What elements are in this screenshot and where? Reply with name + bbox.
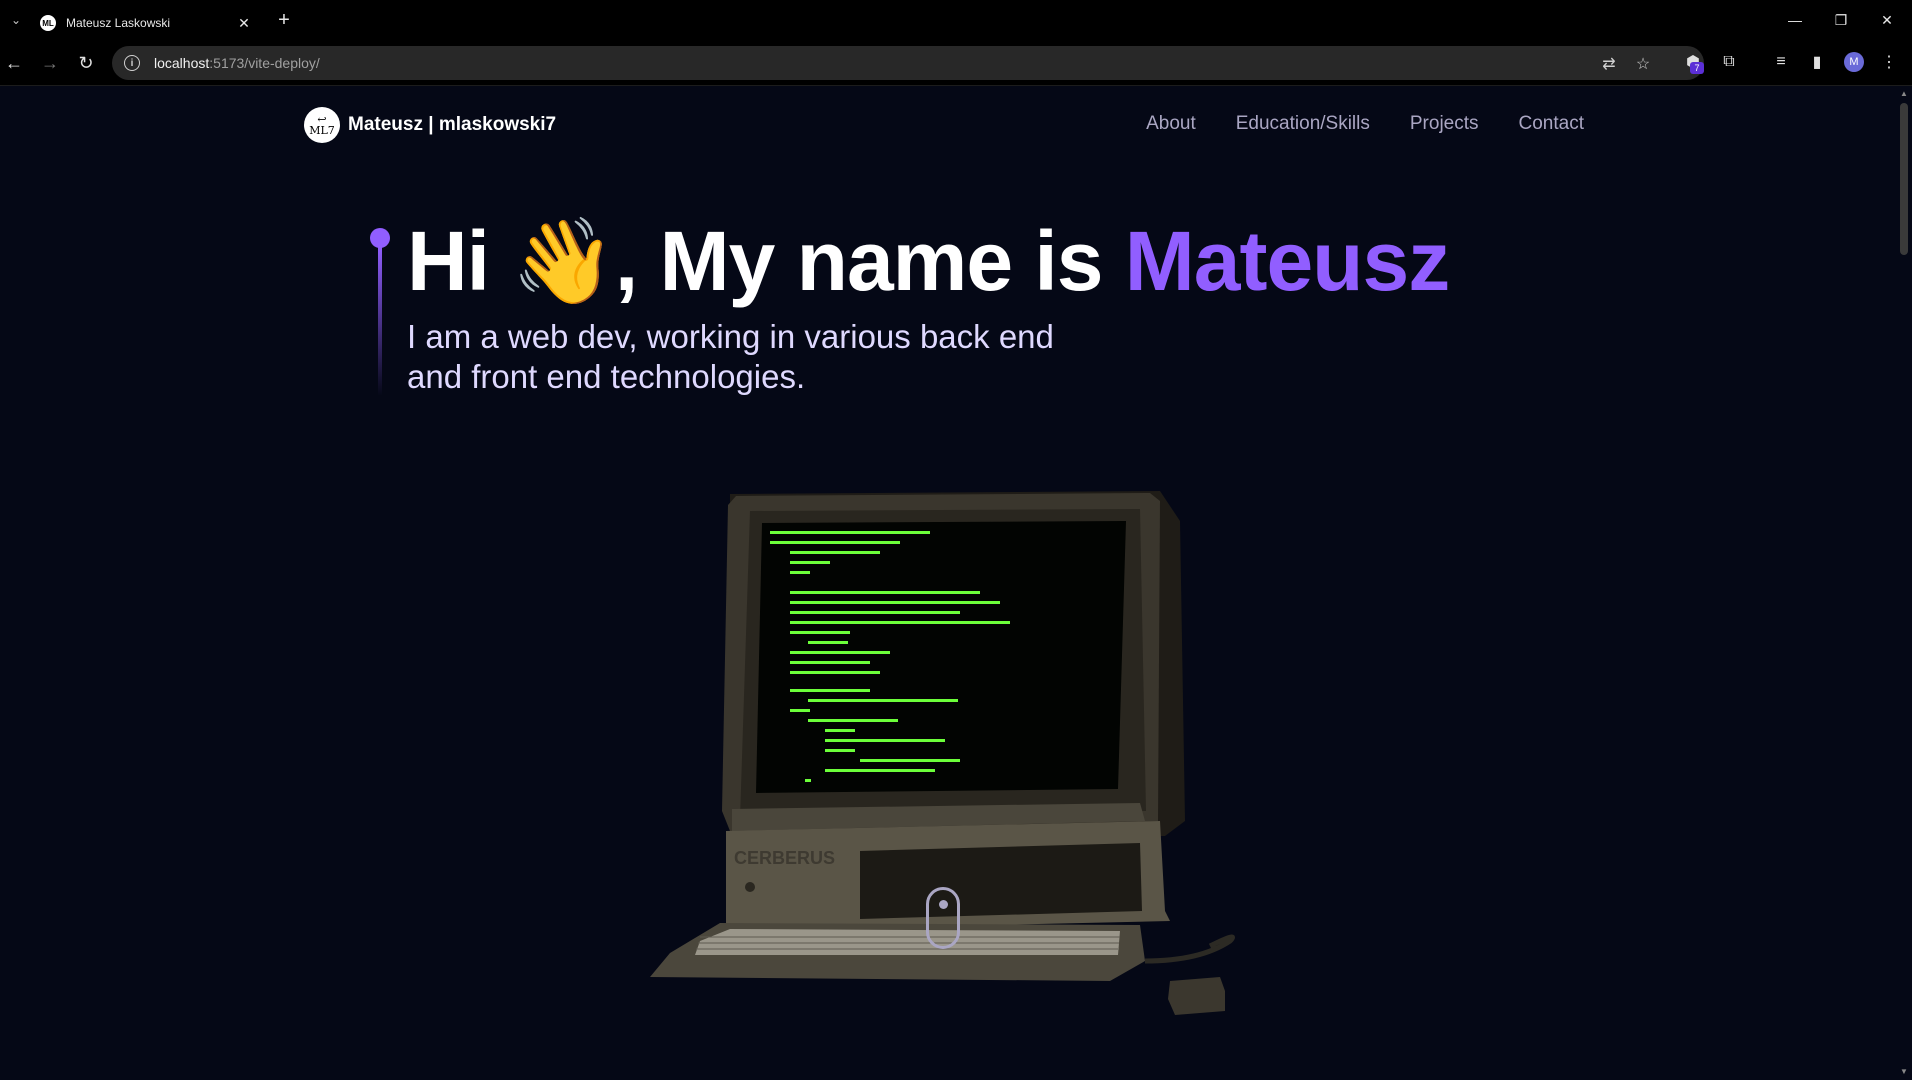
drive-bay — [860, 843, 1142, 919]
retro-computer-model[interactable]: CERBERUS — [640, 491, 1290, 1031]
minimize-icon[interactable]: — — [1772, 6, 1818, 34]
logo-badge-text: ML7 — [309, 124, 335, 137]
hero-accent-dot — [370, 228, 390, 248]
keyboard-keys — [695, 929, 1120, 955]
browser-toolbar: ← → ↻ i localhost:5173/vite-deploy/ ⇄ ☆ — [0, 40, 1912, 86]
logo-badge-icon: ↩ ML7 — [304, 107, 340, 143]
tab-search-chevron-icon[interactable]: ⌄ — [4, 8, 28, 32]
profile-avatar[interactable]: M — [1844, 52, 1864, 72]
hero-accent-line — [370, 228, 390, 398]
more-menu-icon[interactable]: ⋮ — [1876, 49, 1902, 75]
page-viewport: ↩ ML7 Mateusz | mlaskowski7 About Educat… — [0, 87, 1896, 1080]
side-panel-icon[interactable]: ▮ — [1804, 49, 1830, 75]
site-info-icon[interactable]: i — [124, 55, 140, 71]
site-navbar: ↩ ML7 Mateusz | mlaskowski7 About Educat… — [304, 105, 1584, 149]
hero-title-name: Mateusz — [1124, 214, 1450, 308]
scroll-down-indicator[interactable] — [926, 887, 960, 949]
page-scrollbar[interactable]: ▲ ▼ — [1896, 87, 1912, 1080]
window-close-icon[interactable]: ✕ — [1864, 6, 1910, 34]
site-logo[interactable]: ↩ ML7 Mateusz | mlaskowski7 — [304, 107, 556, 143]
browser-tab-bar: ⌄ ML Mateusz Laskowski ✕ + — ❐ ✕ — [0, 0, 1912, 40]
address-bar[interactable]: i localhost:5173/vite-deploy/ ⇄ ☆ — [112, 46, 1704, 80]
restore-icon[interactable]: ❐ — [1818, 6, 1864, 34]
extensions-puzzle-icon[interactable]: ⧉ — [1716, 49, 1742, 75]
reload-icon[interactable]: ↻ — [72, 49, 100, 77]
url-host: localhost — [154, 55, 210, 71]
scroll-thumb[interactable] — [1900, 103, 1908, 255]
nav-link-contact[interactable]: Contact — [1519, 113, 1584, 135]
computer-brand-label: CERBERUS — [734, 848, 835, 868]
extension-badge: 7 — [1690, 62, 1704, 74]
new-tab-plus-icon[interactable]: + — [272, 8, 296, 32]
tab-close-icon[interactable]: ✕ — [236, 15, 252, 32]
hero-title: Hi 👋, My name is Mateusz — [407, 214, 1450, 308]
nav-link-about[interactable]: About — [1146, 113, 1196, 135]
tab-favicon-icon: ML — [40, 15, 56, 31]
hero-accent-bar — [378, 246, 382, 396]
nav-link-education-skills[interactable]: Education/Skills — [1236, 113, 1370, 135]
bookmark-star-icon[interactable]: ☆ — [1632, 53, 1654, 75]
forward-arrow-icon[interactable]: → — [36, 49, 64, 77]
nav-link-projects[interactable]: Projects — [1410, 113, 1479, 135]
translate-icon[interactable]: ⇄ — [1598, 53, 1620, 75]
scroll-down-arrow-icon[interactable]: ▼ — [1899, 1067, 1909, 1077]
mouse-cable — [1144, 934, 1235, 964]
scroll-up-arrow-icon[interactable]: ▲ — [1899, 89, 1909, 99]
media-control-icon[interactable]: ≡ — [1768, 49, 1794, 75]
browser-tab[interactable]: ML Mateusz Laskowski ✕ — [30, 6, 262, 40]
scroll-indicator-dot — [939, 900, 948, 909]
tab-title: Mateusz Laskowski — [66, 16, 171, 30]
back-arrow-icon[interactable]: ← — [0, 49, 28, 77]
url-path: :5173/vite-deploy/ — [209, 55, 320, 71]
brand-name: Mateusz | mlaskowski7 — [348, 114, 557, 135]
computer-mouse — [1168, 977, 1225, 1015]
hero-subtitle: I am a web dev, working in various back … — [407, 318, 1054, 395]
nav-links: About Education/Skills Projects Contact — [1146, 113, 1584, 135]
hero-title-prefix: Hi 👋, My name is — [407, 214, 1125, 308]
power-button — [745, 882, 755, 892]
